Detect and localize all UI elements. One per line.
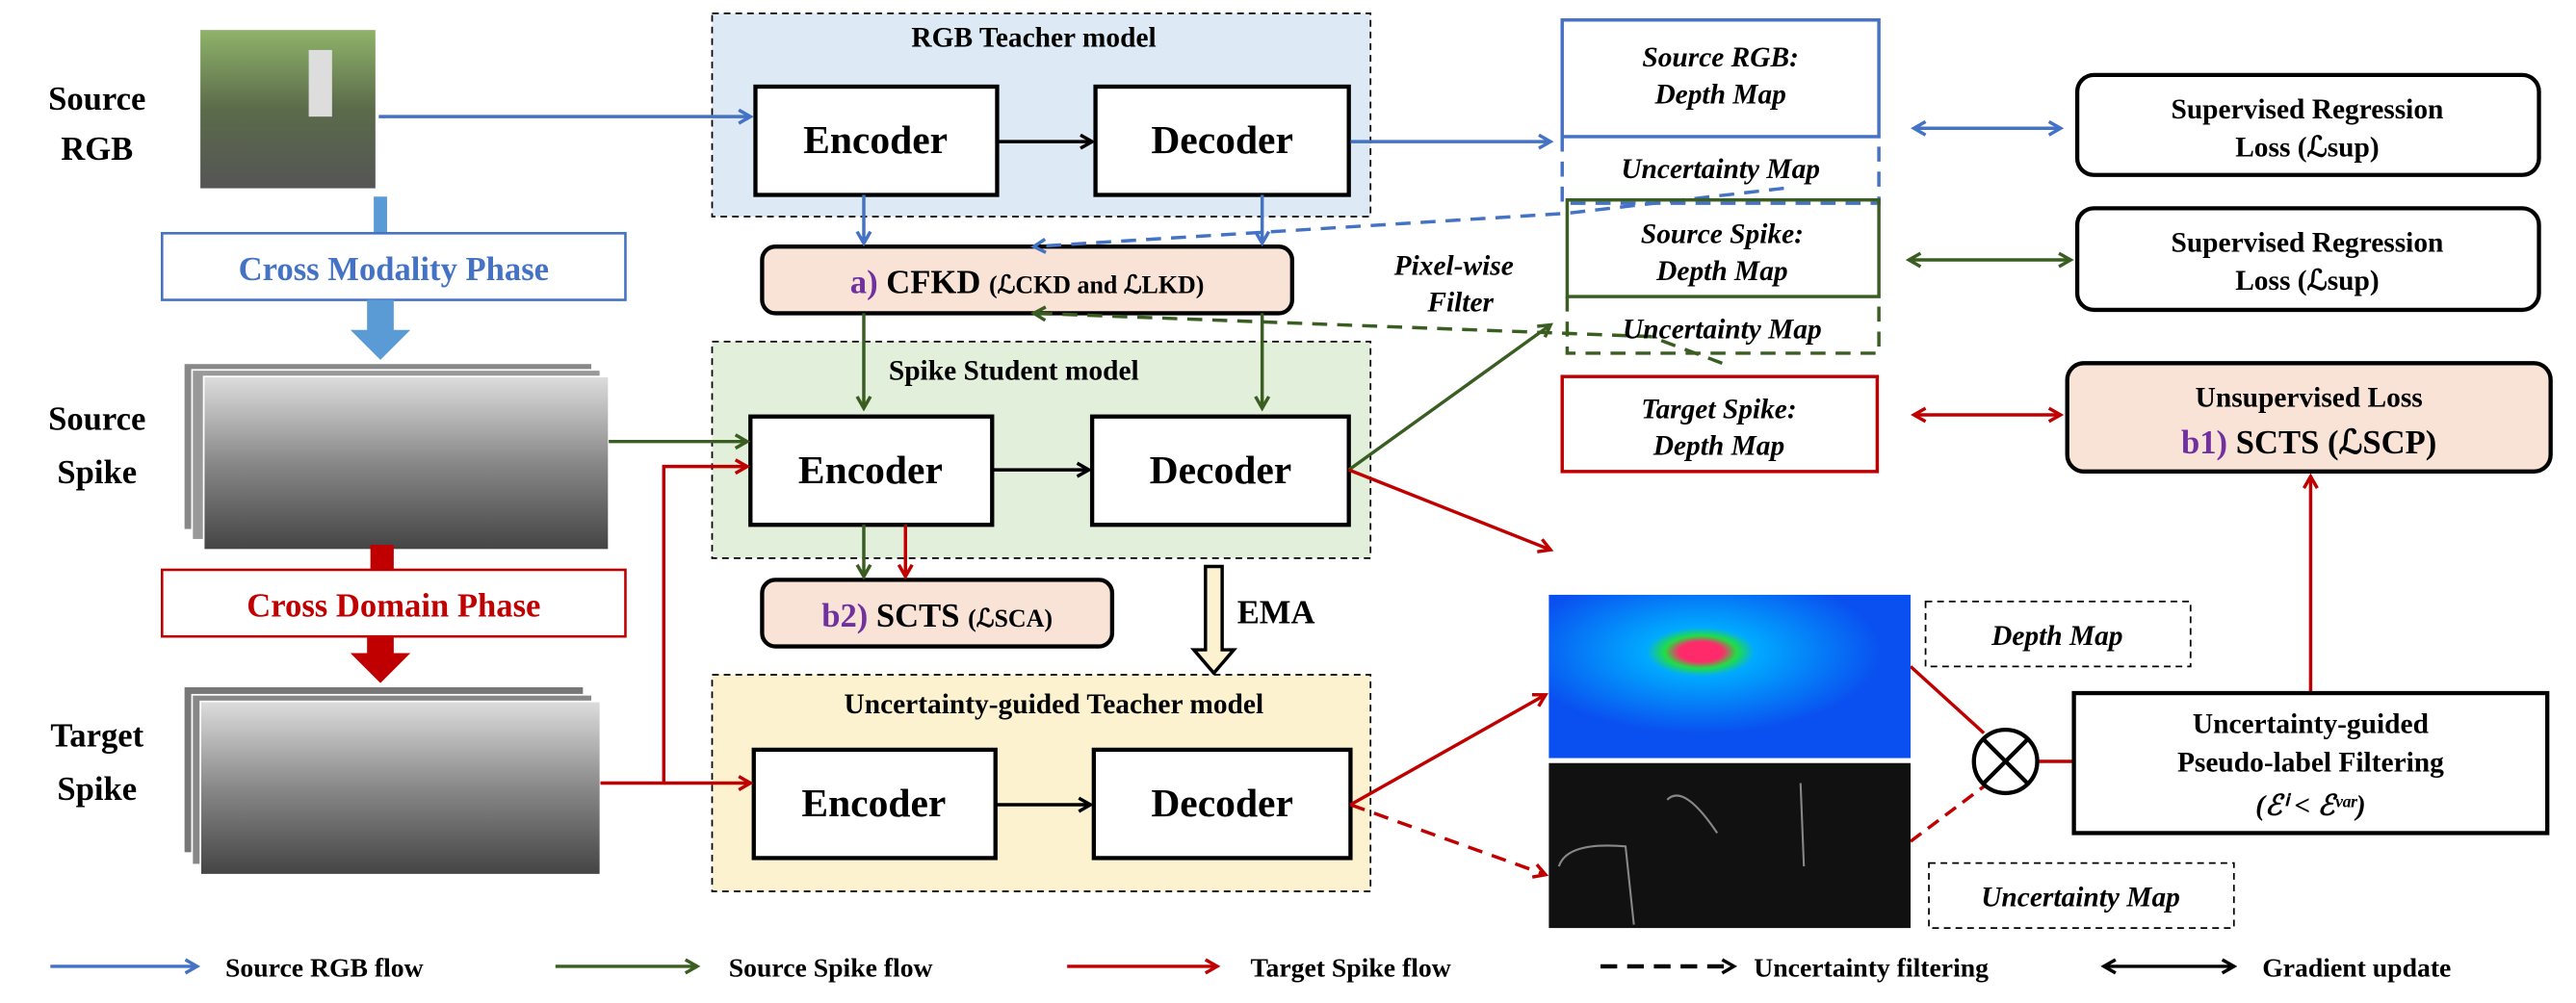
depth-map-tag-label: Depth Map <box>1991 621 2122 652</box>
svg-text:Supervised Regression: Supervised Regression <box>2171 227 2443 258</box>
uncertainty-map-tag-label: Uncertainty Map <box>1981 883 2180 913</box>
legend-source-spike: Source Spike flow <box>729 952 933 982</box>
pixel-wise-filter-label: Pixel-wise Filter <box>1393 251 1514 319</box>
multiply-icon <box>1971 727 2040 796</box>
cross-domain-down-arrow <box>350 636 411 683</box>
source-rgb-image-detail <box>308 49 332 117</box>
svg-text:Source: Source <box>48 401 145 438</box>
svg-text:Target Spike:: Target Spike: <box>1641 394 1796 424</box>
legend-target-spike: Target Spike flow <box>1251 952 1451 982</box>
svg-text:Pixel-wise: Pixel-wise <box>1393 251 1514 282</box>
spike-student-title: Spike Student model <box>889 356 1139 387</box>
framework-diagram: Source RGB Cross Modality Phase Source Spi… <box>48 12 2553 982</box>
ema-arrow <box>1189 564 1238 676</box>
ema-label: EMA <box>1237 594 1315 630</box>
rgb-teacher-title: RGB Teacher model <box>911 22 1156 53</box>
cross-modality-phase-label: Cross Modality Phase <box>239 251 549 288</box>
svg-text:Filter: Filter <box>1426 288 1494 319</box>
svg-text:Spike: Spike <box>57 771 137 808</box>
source-spike-depth-map-label: Source Spike: Depth Map <box>1641 219 1804 287</box>
source-spike-image-stack <box>182 362 611 552</box>
svg-text:Depth Map: Depth Map <box>1655 256 1787 287</box>
svg-text:Loss (ℒsup): Loss (ℒsup) <box>2235 133 2379 164</box>
svg-text:(ℰⁱ < ℰᵛᵃʳ): (ℰⁱ < ℰᵛᵃʳ) <box>2255 790 2366 821</box>
svg-text:Source: Source <box>48 81 145 117</box>
spike-decoder-label: Decoder <box>1150 448 1292 492</box>
svg-text:b1) SCTS (ℒSCP): b1) SCTS (ℒSCP) <box>2181 424 2436 461</box>
legend-uncertainty-filtering: Uncertainty filtering <box>1754 952 1989 982</box>
ug-teacher-title: Uncertainty-guided Teacher model <box>844 689 1263 720</box>
source-spike-label: Source Spike <box>48 401 145 491</box>
svg-text:Source Spike:: Source Spike: <box>1641 219 1804 250</box>
source-spike-uncertainty-label: Uncertainty Map <box>1623 314 1822 345</box>
source-rgb-image <box>200 30 376 189</box>
source-rgb-uncertainty-label: Uncertainty Map <box>1621 154 1820 185</box>
spike-encoder-label: Encoder <box>798 448 943 492</box>
svg-text:Uncertainty-guided: Uncertainty-guided <box>2193 709 2430 740</box>
target-spike-depth-map-label: Target Spike: Depth Map <box>1641 394 1796 461</box>
domain-connector <box>370 545 394 570</box>
rgb-encoder-label: Encoder <box>803 117 948 162</box>
ug-encoder-label: Encoder <box>801 781 946 825</box>
svg-text:Spike: Spike <box>57 454 137 491</box>
svg-text:Depth Map: Depth Map <box>1652 431 1784 462</box>
legend-source-rgb: Source RGB flow <box>225 952 424 982</box>
target-spike-label: Target Spike <box>50 717 143 807</box>
rgb-decoder-label: Decoder <box>1151 117 1293 162</box>
cross-domain-phase-label: Cross Domain Phase <box>247 587 540 624</box>
svg-text:Depth Map: Depth Map <box>1653 79 1785 110</box>
legend-gradient-update: Gradient update <box>2262 952 2451 982</box>
legend: Source RGB flow Source Spike flow Target… <box>50 952 2451 982</box>
depth-map-image <box>1548 594 1911 759</box>
source-rgb-label: Source RGB <box>48 81 145 167</box>
svg-text:Unsupervised Loss: Unsupervised Loss <box>2196 382 2423 413</box>
svg-text:Supervised Regression: Supervised Regression <box>2171 94 2443 125</box>
ug-decoder-label: Decoder <box>1151 781 1293 825</box>
source-rgb-depth-map-label: Source RGB: Depth Map <box>1642 42 1799 110</box>
svg-text:Pseudo-label Filtering: Pseudo-label Filtering <box>2177 747 2444 778</box>
target-spike-image-stack <box>182 685 602 876</box>
svg-text:Source RGB:: Source RGB: <box>1642 42 1799 73</box>
svg-text:Target: Target <box>50 717 143 754</box>
svg-text:RGB: RGB <box>61 131 133 167</box>
svg-text:Loss (ℒsup): Loss (ℒsup) <box>2235 266 2379 296</box>
cross-modality-down-arrow <box>350 299 411 360</box>
